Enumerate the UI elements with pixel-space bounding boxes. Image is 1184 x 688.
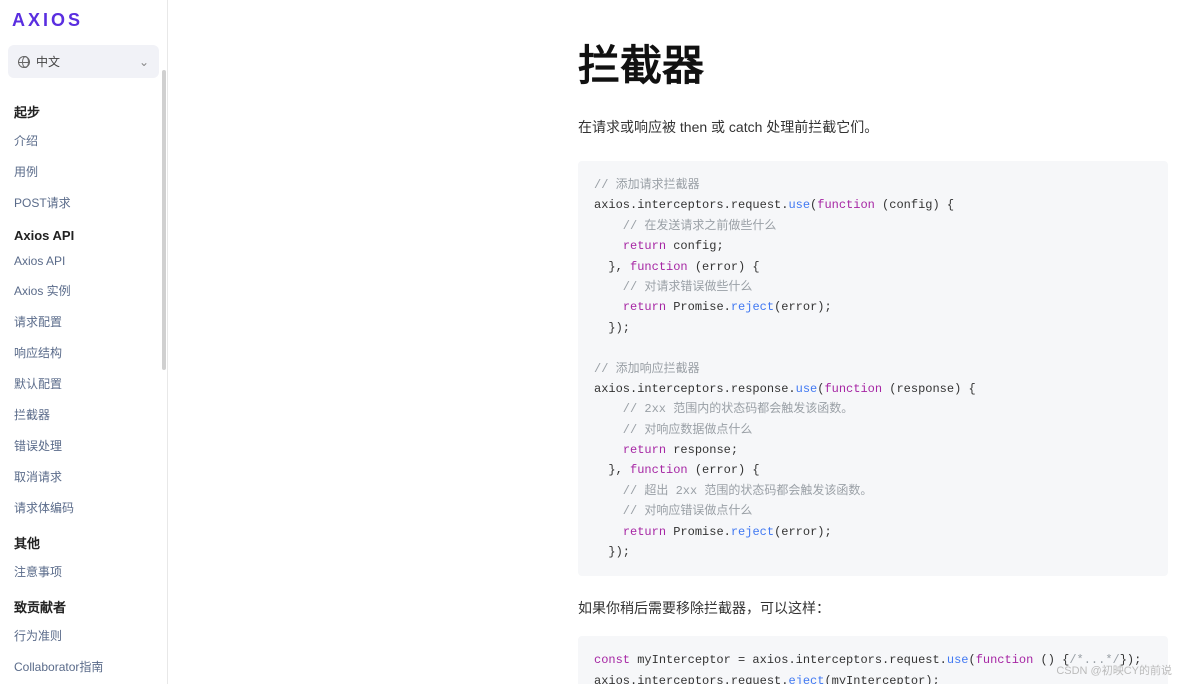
watermark: CSDN @初映CY的前说 (1056, 662, 1172, 678)
main-content: 拦截器 在请求或响应被 then 或 catch 处理前拦截它们。 // 添加请… (168, 0, 1184, 684)
sidebar: AXIOS 中文 ⌄ 起步介绍用例POST请求Axios APIAxios AP… (0, 0, 168, 684)
scrollbar-thumb[interactable] (162, 70, 166, 370)
code-block-1: // 添加请求拦截器 axios.interceptors.request.us… (578, 161, 1168, 576)
nav-item[interactable]: 为Axios做出贡献 (0, 682, 167, 688)
nav-item[interactable]: 请求体编码 (0, 492, 167, 523)
nav-item[interactable]: POST请求 (0, 187, 167, 218)
nav-item[interactable]: Axios API (0, 247, 167, 275)
nav-item[interactable]: 行为准则 (0, 620, 167, 651)
paragraph-remove: 如果你稍后需要移除拦截器，可以这样： (578, 598, 1168, 618)
language-selector[interactable]: 中文 ⌄ (8, 45, 159, 78)
nav-section-title: Axios API (0, 218, 167, 247)
nav-section-title: 其他 (0, 523, 167, 556)
nav-item[interactable]: 响应结构 (0, 337, 167, 368)
nav-item[interactable]: 取消请求 (0, 461, 167, 492)
nav-section-title: 起步 (0, 92, 167, 125)
chevron-down-icon: ⌄ (139, 55, 149, 69)
nav-item[interactable]: 用例 (0, 156, 167, 187)
nav-item[interactable]: 注意事项 (0, 556, 167, 587)
sidebar-nav: 起步介绍用例POST请求Axios APIAxios APIAxios 实例请求… (0, 88, 167, 688)
nav-item[interactable]: Axios 实例 (0, 275, 167, 306)
nav-section-title: 致贡献者 (0, 587, 167, 620)
globe-icon (18, 56, 30, 68)
page-intro: 在请求或响应被 then 或 catch 处理前拦截它们。 (578, 117, 1168, 137)
nav-item[interactable]: 拦截器 (0, 399, 167, 430)
logo[interactable]: AXIOS (0, 0, 167, 39)
page-title: 拦截器 (578, 32, 1168, 93)
language-label: 中文 (36, 53, 60, 70)
nav-item[interactable]: 请求配置 (0, 306, 167, 337)
nav-item[interactable]: Collaborator指南 (0, 651, 167, 682)
nav-item[interactable]: 默认配置 (0, 368, 167, 399)
nav-item[interactable]: 介绍 (0, 125, 167, 156)
nav-item[interactable]: 错误处理 (0, 430, 167, 461)
sidebar-scrollbar[interactable] (161, 70, 167, 670)
